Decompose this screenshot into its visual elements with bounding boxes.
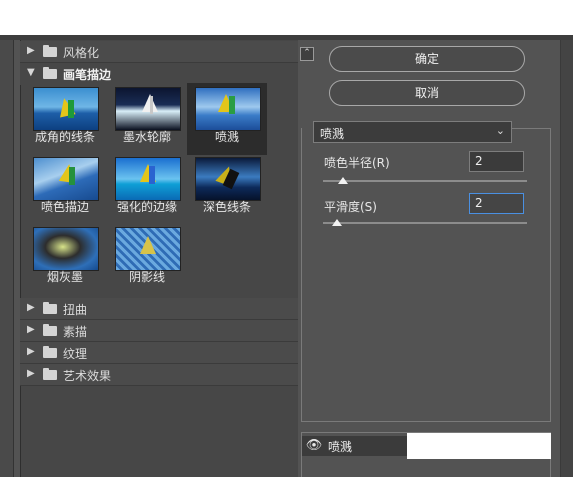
category-label: 艺术效果	[63, 369, 112, 383]
thumbnail-image	[195, 87, 261, 131]
category-label: 扭曲	[63, 303, 88, 317]
thumbnail-image	[115, 87, 181, 131]
folder-icon	[43, 368, 57, 380]
category-label: 纹理	[63, 347, 88, 361]
filter-thumb-accented-edges[interactable]: 强化的边缘	[107, 153, 181, 225]
category-label: 风格化	[63, 46, 100, 60]
thumb-label: 烟灰墨	[46, 270, 83, 284]
category-texture[interactable]: ▶ 纹理	[20, 342, 298, 364]
spray-radius-input[interactable]: 2	[469, 151, 524, 172]
filter-thumb-sumi-e[interactable]: 烟灰墨	[25, 223, 99, 295]
thumbnail-image	[195, 157, 261, 201]
thumbnail-image	[33, 87, 99, 131]
filter-dropdown[interactable]: 喷溅 ⌄	[313, 121, 512, 143]
thumb-label: 墨水轮廓	[122, 130, 171, 144]
thumb-label: 阴影线	[128, 270, 165, 284]
thumb-label: 强化的边缘	[116, 200, 177, 214]
spray-radius-slider-thumb[interactable]	[338, 177, 349, 184]
thumbnail-image	[33, 157, 99, 201]
chevron-down-icon: ⌄	[495, 124, 505, 137]
expand-triangle-icon: ▶	[27, 368, 35, 379]
expand-triangle-icon: ▶	[27, 302, 35, 313]
expand-triangle-icon: ▶	[27, 324, 35, 335]
smoothness-slider[interactable]	[323, 222, 527, 224]
thumb-label: 喷色描边	[40, 200, 89, 214]
right-scrollbar[interactable]	[560, 40, 573, 477]
expand-triangle-icon: ▶	[27, 346, 35, 357]
thumb-label: 深色线条	[202, 200, 251, 214]
eye-icon[interactable]: 👁	[305, 438, 323, 454]
folder-icon	[43, 45, 57, 57]
spray-radius-label: 喷色半径(R)	[324, 156, 390, 170]
category-label: 画笔描边	[63, 68, 112, 82]
folder-icon	[43, 67, 57, 79]
folder-icon	[43, 302, 57, 314]
filter-settings-box	[301, 128, 551, 422]
cancel-button[interactable]: 取消	[329, 80, 525, 106]
folder-icon	[43, 324, 57, 336]
thumbnail-image	[33, 227, 99, 271]
preview-area-edge	[0, 40, 14, 477]
filter-thumb-ink-outlines[interactable]: 墨水轮廓	[107, 83, 181, 155]
top-preview-strip	[0, 0, 573, 35]
smoothness-slider-thumb[interactable]	[332, 219, 343, 226]
category-label: 素描	[63, 325, 88, 339]
collapse-triangle-icon: ▼	[27, 67, 35, 78]
expand-triangle-icon: ▶	[27, 45, 35, 56]
ok-button[interactable]: 确定	[329, 46, 525, 72]
category-brush-strokes[interactable]: ▼ 画笔描边	[20, 63, 298, 85]
smoothness-label: 平滑度(S)	[324, 200, 377, 214]
category-artistic[interactable]: ▶ 艺术效果	[20, 364, 298, 386]
thumbnail-image	[115, 157, 181, 201]
folder-icon	[43, 346, 57, 358]
filter-thumb-sprayed-strokes[interactable]: 喷色描边	[25, 153, 99, 225]
smoothness-input[interactable]: 2	[469, 193, 524, 214]
collapse-chevron-icon: ⌃	[303, 48, 311, 58]
thumb-label: 喷溅	[214, 130, 239, 144]
filter-thumb-spatter[interactable]: 喷溅	[187, 83, 267, 155]
collapse-browser-button[interactable]: ⌃	[300, 47, 314, 61]
filter-dropdown-value: 喷溅	[320, 127, 345, 141]
filter-thumb-crosshatch[interactable]: 阴影线	[107, 223, 181, 295]
thumbnail-image	[115, 227, 181, 271]
filter-thumb-dark-strokes[interactable]: 深色线条	[187, 153, 267, 225]
category-distort[interactable]: ▶ 扭曲	[20, 298, 298, 320]
category-sketch[interactable]: ▶ 素描	[20, 320, 298, 342]
thumb-label: 成角的线条	[34, 130, 95, 144]
layer-overlay-area	[407, 433, 551, 459]
effect-layer-name: 喷溅	[328, 440, 353, 454]
box-top-border	[510, 128, 551, 129]
filter-thumb-angled-strokes[interactable]: 成角的线条	[25, 83, 99, 155]
category-stylize[interactable]: ▶ 风格化	[20, 41, 298, 63]
spray-radius-slider[interactable]	[323, 180, 527, 182]
